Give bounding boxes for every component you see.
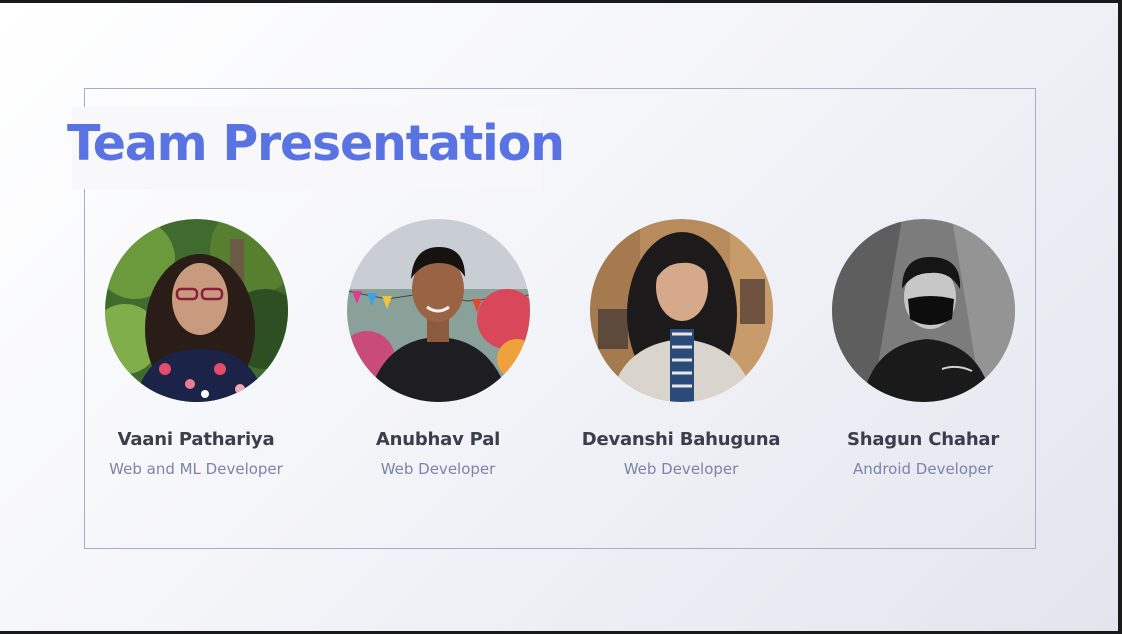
slide-title: Team Presentation <box>67 115 565 172</box>
member-role: Android Developer <box>853 460 993 478</box>
team-member-card: Vaani Pathariya Web and ML Developer <box>76 219 316 478</box>
member-role: Web Developer <box>623 460 739 478</box>
presentation-slide: Team Presentation Vaani Pathariya Web an… <box>0 3 1118 631</box>
member-name: Vaani Pathariya <box>117 429 275 450</box>
member-role: Web and ML Developer <box>109 460 283 478</box>
member-name: Devanshi Bahuguna <box>581 429 781 450</box>
member-name: Anubhav Pal <box>375 429 501 450</box>
team-member-card: Devanshi Bahuguna Web Developer <box>561 219 801 478</box>
member-role: Web Developer <box>380 460 496 478</box>
member-photo <box>104 219 288 402</box>
member-name: Shagun Chahar <box>846 429 1000 450</box>
team-member-card: Shagun Chahar Android Developer <box>803 219 1043 478</box>
member-photo <box>831 219 1015 402</box>
member-photo <box>589 219 773 402</box>
team-member-card: Anubhav Pal Web Developer <box>318 219 558 478</box>
member-photo <box>346 219 530 402</box>
